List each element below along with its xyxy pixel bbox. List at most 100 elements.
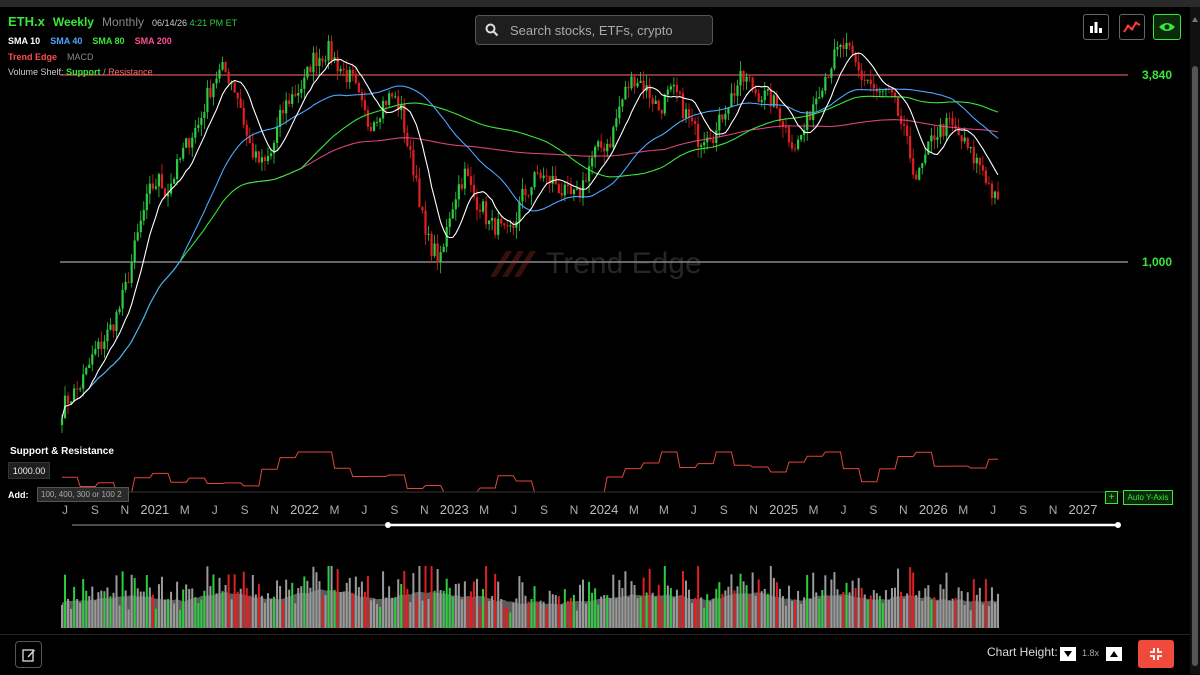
price-chart[interactable]: J S N 2021 M J S N 2022 M J S N 2023 M J S N 2024 M M J S N 2025… <box>0 0 1190 634</box>
candle-body <box>257 151 260 163</box>
chart-height-decrease[interactable] <box>1060 647 1076 661</box>
candle-body <box>239 98 242 108</box>
volume-shelf-label: Volume Shelf: <box>8 67 64 77</box>
edit-button[interactable] <box>15 641 42 668</box>
candle-body <box>642 80 645 91</box>
caret-down-icon <box>1064 651 1072 657</box>
search-box[interactable] <box>475 15 713 45</box>
timeframe-monthly[interactable]: Monthly <box>102 15 144 29</box>
volume-bar <box>479 605 482 628</box>
candle-body <box>818 97 821 99</box>
timeframe-weekly[interactable]: Weekly <box>53 15 94 29</box>
candle-body <box>79 388 82 390</box>
trend-edge-toggle[interactable]: Trend Edge <box>8 52 57 62</box>
volume-bar <box>900 591 903 628</box>
volume-bar <box>400 584 403 628</box>
symbol-label[interactable]: ETH.x <box>8 14 45 29</box>
volume-bar <box>915 595 918 628</box>
support-resistance-value[interactable]: 1000.00 <box>8 462 50 479</box>
candle-body <box>133 240 136 262</box>
legend-sma-200[interactable]: SMA 200 <box>135 36 172 46</box>
volume-bar <box>118 605 121 628</box>
volume-bar <box>969 610 972 628</box>
chart-height-increase[interactable] <box>1106 647 1122 661</box>
trend-line-icon <box>1123 21 1141 33</box>
volume-bar <box>685 580 687 628</box>
volume-bar <box>409 602 412 628</box>
x-axis-tick: M <box>659 503 669 517</box>
candle-body <box>475 197 479 210</box>
candle-body <box>539 172 542 179</box>
volume-bar <box>984 579 987 628</box>
visibility-button[interactable] <box>1153 14 1181 40</box>
add-level-button[interactable]: + <box>1105 491 1118 504</box>
add-level-input[interactable] <box>37 487 129 502</box>
scrollbar-thumb[interactable] <box>1192 66 1198 666</box>
x-axis-tick: M <box>180 503 190 517</box>
volume-bar <box>981 604 984 628</box>
candle-body <box>251 143 254 158</box>
candle-body <box>60 417 64 426</box>
range-slider-handle-right[interactable] <box>1115 522 1121 528</box>
candle-body <box>318 58 321 67</box>
candle-body <box>545 175 548 177</box>
volume-bar <box>354 576 357 628</box>
candle-body <box>721 114 724 120</box>
candle-body <box>603 147 606 152</box>
volume-bar <box>618 580 621 628</box>
volume-bar <box>282 601 285 628</box>
candle-body <box>902 123 906 126</box>
candle-body <box>787 126 791 143</box>
volume-bar <box>215 593 218 628</box>
volume-bar <box>715 588 718 628</box>
candle-body <box>218 69 221 79</box>
candle-body <box>139 220 142 233</box>
volume-shelf-support[interactable]: Support <box>66 67 101 77</box>
volume-shelf-resistance[interactable]: Resistance <box>108 67 153 77</box>
candle-body <box>739 70 742 86</box>
volume-bar <box>803 597 806 628</box>
x-axis-tick: N <box>420 503 429 517</box>
bar-chart-button[interactable] <box>1083 14 1109 40</box>
candle-body <box>124 281 127 290</box>
volume-bar <box>651 592 654 628</box>
search-input[interactable] <box>508 21 702 39</box>
candle-body <box>827 76 830 78</box>
volume-bar <box>724 590 727 628</box>
candle-body <box>415 175 418 179</box>
candle-body <box>927 141 930 155</box>
trend-line-button[interactable] <box>1119 14 1145 40</box>
volume-bar <box>951 598 954 628</box>
candle-body <box>730 93 733 108</box>
collapse-button[interactable] <box>1138 640 1174 668</box>
legend-sma-10[interactable]: SMA 10 <box>8 36 40 46</box>
candle-body <box>321 58 324 62</box>
candle-body <box>275 126 279 143</box>
candle-body <box>618 106 621 119</box>
range-slider-handle-left[interactable] <box>385 522 391 528</box>
volume-bar <box>666 585 669 628</box>
scroll-up-icon[interactable] <box>1192 17 1198 22</box>
auto-y-axis-button[interactable]: Auto Y-Axis <box>1123 490 1173 505</box>
candle-body <box>796 139 800 149</box>
volume-bar <box>64 574 67 628</box>
candle-body <box>266 156 270 162</box>
candle-body <box>282 110 285 114</box>
legend-sma-40[interactable]: SMA 40 <box>50 36 82 46</box>
macd-toggle[interactable]: MACD <box>67 52 94 62</box>
volume-bar <box>363 591 366 628</box>
volume-bar <box>276 580 279 628</box>
volume-bar <box>636 598 639 628</box>
candle-body <box>815 98 818 105</box>
volume-bar <box>615 598 618 628</box>
volume-bar <box>712 599 715 628</box>
volume-bar <box>585 603 588 628</box>
candle-body <box>260 157 264 163</box>
volume-bar <box>706 594 709 628</box>
edit-icon <box>21 648 35 662</box>
volume-bar <box>903 598 906 628</box>
candle-body <box>224 62 227 72</box>
volume-bar <box>73 586 76 628</box>
volume-bar <box>154 608 157 628</box>
legend-sma-80[interactable]: SMA 80 <box>92 36 124 46</box>
